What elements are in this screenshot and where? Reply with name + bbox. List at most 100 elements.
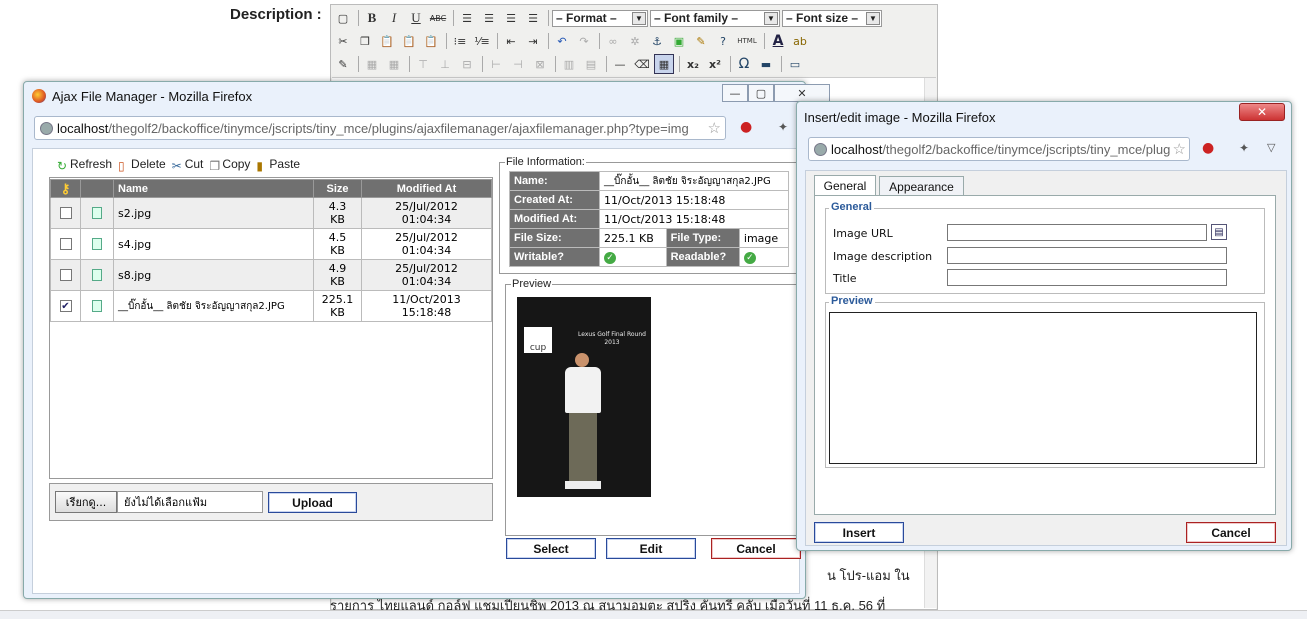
file-input[interactable]: ยังไม่ได้เลือกแฟ้ม: [117, 491, 263, 513]
align-right-icon[interactable]: ☰: [501, 8, 521, 28]
addon-icon[interactable]: ●: [740, 119, 756, 135]
bookmark-star-icon[interactable]: ☆: [1172, 140, 1186, 158]
copy-icon[interactable]: ❐: [355, 31, 375, 51]
format-select[interactable]: – Format – ▼: [552, 9, 648, 27]
row-before-icon[interactable]: ⊤: [413, 54, 433, 74]
row-checkbox-cell[interactable]: ✔: [50, 290, 81, 322]
html-button[interactable]: HTML: [735, 31, 759, 51]
addon-icon[interactable]: ●: [1202, 140, 1214, 156]
text-color-icon[interactable]: A: [768, 31, 788, 51]
tab-general[interactable]: General: [814, 175, 876, 196]
browse-icon[interactable]: ▤: [1211, 224, 1227, 240]
new-document-icon[interactable]: ▢: [333, 8, 353, 28]
row-after-icon[interactable]: ⊥: [435, 54, 455, 74]
cut-button[interactable]: ✂ Cut: [172, 157, 204, 173]
help-icon[interactable]: ?: [713, 31, 733, 51]
split-cells-icon[interactable]: ▥: [559, 54, 579, 74]
align-justify-icon[interactable]: ☰: [523, 8, 543, 28]
col-after-icon[interactable]: ⊣: [508, 54, 528, 74]
subscript-button[interactable]: x₂: [683, 54, 703, 74]
firebug-icon[interactable]: ✦: [778, 120, 788, 134]
row-checkbox-cell[interactable]: [50, 197, 81, 229]
cancel-button[interactable]: Cancel: [711, 538, 801, 559]
table-insert-icon[interactable]: ▦: [362, 54, 382, 74]
cut-icon[interactable]: ✂: [333, 31, 353, 51]
paste-button[interactable]: ▮ Paste: [256, 157, 300, 173]
title-input[interactable]: [947, 269, 1227, 286]
paste-text-icon[interactable]: 📋: [399, 31, 419, 51]
fullscreen-icon[interactable]: ▭: [785, 54, 805, 74]
table-row[interactable]: s4.jpg 4.5 KB 25/Jul/2012 01:04:34: [50, 228, 492, 260]
redo-icon[interactable]: ↷: [574, 31, 594, 51]
upload-button[interactable]: Upload: [268, 492, 357, 513]
indent-icon[interactable]: ⇥: [523, 31, 543, 51]
maximize-button[interactable]: ▢: [748, 84, 774, 102]
modified-header[interactable]: Modified At: [361, 179, 492, 198]
font-size-select[interactable]: – Font size – ▼: [782, 9, 882, 27]
cancel-button[interactable]: Cancel: [1186, 522, 1276, 543]
delete-row-icon[interactable]: ⊟: [457, 54, 477, 74]
row-checkbox[interactable]: [59, 269, 72, 281]
insert-button[interactable]: Insert: [814, 522, 904, 543]
image-icon[interactable]: ▣: [669, 31, 689, 51]
firebug-icon[interactable]: ✦: [1239, 141, 1249, 155]
undo-icon[interactable]: ↶: [552, 31, 572, 51]
table-row[interactable]: ✔ __บิ๊กอั้น__ ลิตชัย จิระอัญญาสกุล2.JPG…: [50, 290, 492, 322]
tab-appearance[interactable]: Appearance: [879, 176, 964, 196]
visual-aid-icon[interactable]: ▦: [654, 54, 674, 74]
row-checkbox-cell[interactable]: [50, 228, 81, 260]
unlink-icon[interactable]: ✲: [625, 31, 645, 51]
strikethrough-button[interactable]: ABC: [428, 8, 448, 28]
remove-format-icon[interactable]: ⌫: [632, 54, 652, 74]
cleanup-icon[interactable]: ✎: [691, 31, 711, 51]
italic-button[interactable]: I: [384, 8, 404, 28]
row-checkbox[interactable]: [59, 238, 72, 250]
horizontal-rule-icon[interactable]: —: [610, 54, 630, 74]
merge-cells-icon[interactable]: ▤: [581, 54, 601, 74]
delete-button[interactable]: ▯ Delete: [118, 157, 166, 173]
bookmark-star-icon[interactable]: ☆: [708, 119, 721, 137]
file-name[interactable]: s4.jpg: [113, 228, 314, 260]
name-header[interactable]: Name: [113, 179, 314, 198]
image-description-input[interactable]: [947, 247, 1227, 264]
table-row[interactable]: s8.jpg 4.9 KB 25/Jul/2012 01:04:34: [50, 259, 492, 291]
row-checkbox-checked[interactable]: ✔: [59, 300, 72, 312]
file-name[interactable]: s2.jpg: [113, 197, 314, 229]
paste-word-icon[interactable]: 📋: [421, 31, 441, 51]
window-close-button[interactable]: ✕: [1239, 103, 1285, 121]
row-checkbox-cell[interactable]: [50, 259, 81, 291]
refresh-button[interactable]: ↻ Refresh: [57, 157, 112, 173]
table-props-icon[interactable]: ▦: [384, 54, 404, 74]
image-url-input[interactable]: [947, 224, 1207, 241]
edit-button[interactable]: Edit: [606, 538, 696, 559]
browse-button[interactable]: เรียกดู...: [55, 491, 117, 513]
edit-icon[interactable]: ✎: [333, 54, 353, 74]
file-name[interactable]: __บิ๊กอั้น__ ลิตชัย จิระอัญญาสกุล2.JPG: [113, 290, 314, 322]
paste-icon[interactable]: 📋: [377, 31, 397, 51]
close-button[interactable]: ✕: [774, 84, 830, 102]
row-checkbox[interactable]: [59, 207, 72, 219]
copy-button[interactable]: ❐ Copy: [209, 157, 250, 173]
file-manager-url-bar[interactable]: localhost/thegolf2/backoffice/tinymce/js…: [34, 116, 726, 140]
outdent-icon[interactable]: ⇤: [501, 31, 521, 51]
bullet-list-icon[interactable]: ⁝≡: [450, 31, 470, 51]
charmap-button[interactable]: Ω: [734, 54, 754, 74]
bold-button[interactable]: B: [362, 8, 382, 28]
insert-image-url-bar[interactable]: localhost/thegolf2/backoffice/tinymce/js…: [808, 137, 1190, 161]
file-name[interactable]: s8.jpg: [113, 259, 314, 291]
select-button[interactable]: Select: [506, 538, 596, 559]
table-row[interactable]: s2.jpg 4.3 KB 25/Jul/2012 01:04:34: [50, 197, 492, 229]
superscript-button[interactable]: x²: [705, 54, 725, 74]
size-header[interactable]: Size: [313, 179, 362, 198]
align-center-icon[interactable]: ☰: [479, 8, 499, 28]
link-icon[interactable]: ∞: [603, 31, 623, 51]
media-icon[interactable]: ▬: [756, 54, 776, 74]
col-before-icon[interactable]: ⊢: [486, 54, 506, 74]
numbered-list-icon[interactable]: ⅟≡: [472, 31, 492, 51]
anchor-icon[interactable]: ⚓: [647, 31, 667, 51]
font-family-select[interactable]: – Font family – ▼: [650, 9, 780, 27]
align-left-icon[interactable]: ☰: [457, 8, 477, 28]
select-all-header[interactable]: ⚷: [50, 179, 81, 198]
underline-button[interactable]: U: [406, 8, 426, 28]
highlight-color-icon[interactable]: ab: [790, 31, 810, 51]
